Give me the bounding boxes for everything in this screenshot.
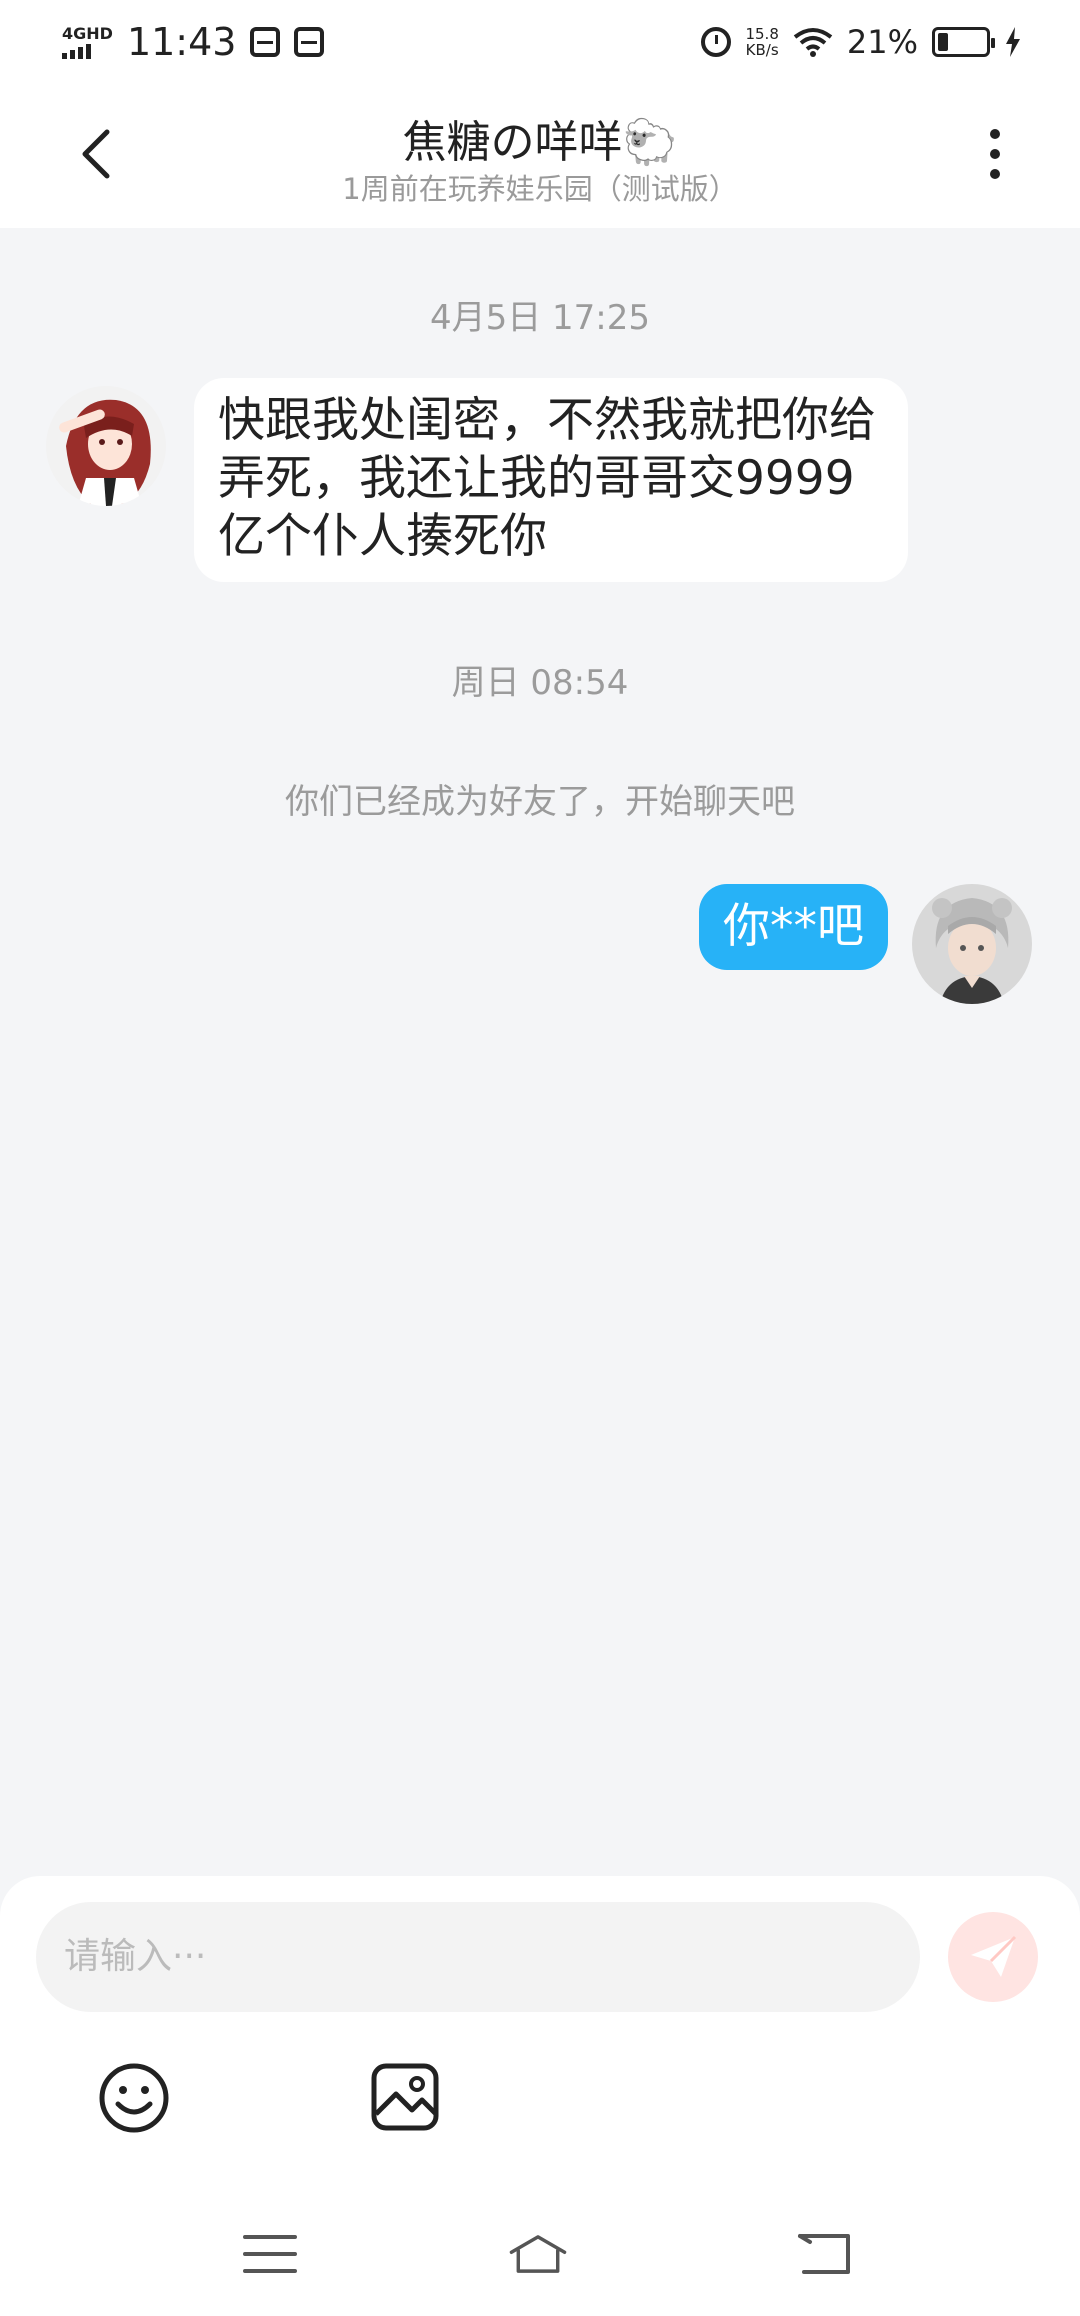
received-message-bubble[interactable]: 快跟我处闺密，不然我就把你给弄死，我还让我的哥哥交9999亿个仆人揍死你: [194, 378, 908, 582]
sent-message-bubble[interactable]: 你**吧: [699, 884, 888, 970]
emoji-icon[interactable]: [98, 2062, 170, 2134]
avatar-image: [46, 386, 166, 506]
dot-icon: [990, 149, 1000, 159]
battery-icon: [932, 27, 995, 57]
contact-status: 1周前在玩养娃乐园（测试版）: [342, 172, 738, 206]
status-bar: 4GHD 11:43 15.8 KB/s 21%: [0, 0, 1080, 84]
charging-icon: [1006, 27, 1020, 57]
recent-apps-button[interactable]: [240, 2224, 300, 2284]
contact-avatar[interactable]: [46, 386, 166, 506]
home-icon: [509, 2235, 567, 2273]
system-navigation-bar: [0, 2200, 1080, 2316]
return-icon: [798, 2234, 850, 2274]
alarm-icon: [701, 27, 732, 57]
message-timestamp: 周日 08:54: [451, 663, 629, 703]
chat-header: 焦糖の咩咩🐑 1周前在玩养娃乐园（测试版）: [0, 84, 1080, 228]
network-indicator: 4GHD: [62, 23, 113, 59]
more-options-button[interactable]: [980, 124, 1010, 184]
speed-unit: KB/s: [745, 41, 779, 59]
clock: 11:43: [126, 20, 237, 64]
sim-card-icon: [250, 27, 281, 57]
send-button[interactable]: [948, 1912, 1038, 2002]
my-avatar[interactable]: [912, 884, 1032, 1004]
paper-plane-icon: [971, 1935, 1017, 1977]
avatar-image: [912, 884, 1032, 1004]
dot-icon: [990, 169, 1000, 179]
sim-card-icon: [294, 27, 325, 57]
network-speed: 15.8 KB/s: [745, 26, 778, 58]
friend-added-notice: 你们已经成为好友了，开始聊天吧: [285, 782, 795, 822]
contact-name: 焦糖の咩咩🐑: [402, 117, 678, 168]
battery-percentage: 21%: [846, 23, 918, 61]
message-input[interactable]: 请输入···: [36, 1902, 920, 2012]
home-button[interactable]: [508, 2224, 568, 2284]
image-icon[interactable]: [370, 2062, 440, 2132]
wifi-icon: [793, 28, 833, 57]
signal-icon: [62, 43, 91, 59]
back-nav-button[interactable]: [794, 2224, 854, 2284]
menu-icon: [243, 2235, 297, 2273]
network-type: 4GHD: [62, 23, 113, 43]
dot-icon: [990, 129, 1000, 139]
speed-value: 15.8: [745, 25, 779, 43]
message-timestamp: 4月5日 17:25: [429, 298, 651, 338]
